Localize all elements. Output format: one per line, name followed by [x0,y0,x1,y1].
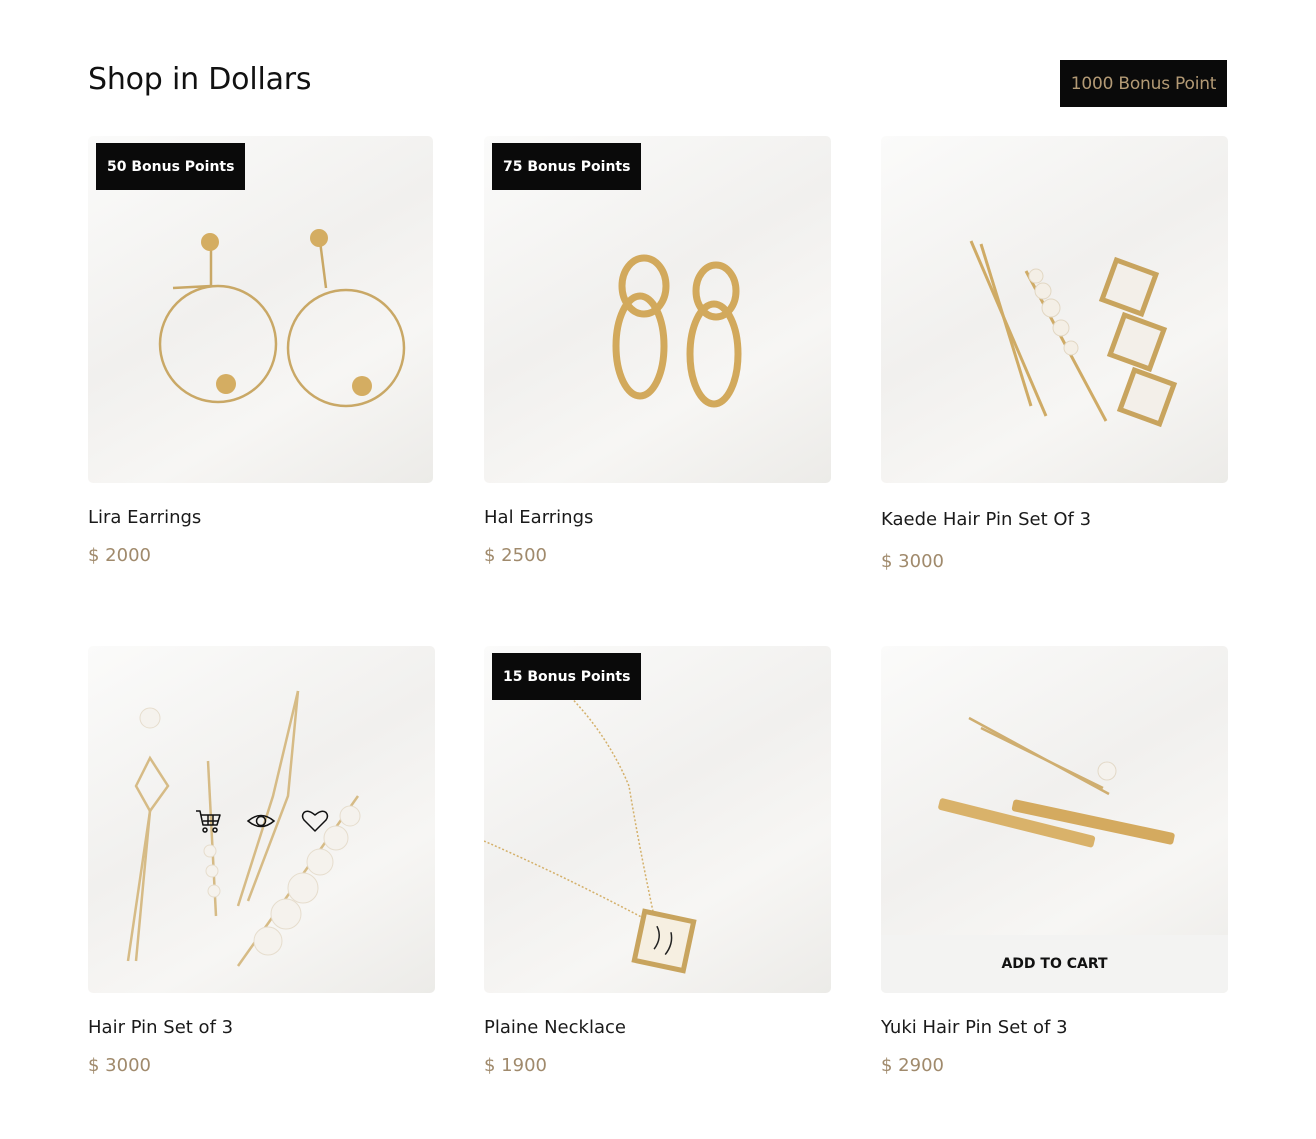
product-image[interactable] [881,136,1228,483]
kaede-hair-pins-image [969,240,1178,428]
product-card-hair-pin-set[interactable]: Hair Pin Set of 3 $ 3000 [88,646,435,1086]
product-price: $ 2900 [881,1055,944,1076]
product-image[interactable]: 15 Bonus Points [484,646,831,993]
product-price: $ 3000 [88,1055,151,1076]
product-name[interactable]: Plaine Necklace [484,1017,626,1038]
product-card-hal-earrings[interactable]: 75 Bonus Points Hal Earrings $ 2500 [484,136,831,576]
product-image[interactable]: 75 Bonus Points [484,136,831,483]
product-image[interactable]: ADD TO CART [881,646,1228,993]
product-name[interactable]: Kaede Hair Pin Set Of 3 [881,509,1091,530]
product-image[interactable]: 50 Bonus Points [88,136,433,483]
bonus-points-button[interactable]: 1000 Bonus Point [1060,60,1227,107]
product-card-yuki-hair-pin-set[interactable]: ADD TO CART Yuki Hair Pin Set of 3 $ 290… [881,646,1228,1086]
product-name[interactable]: Yuki Hair Pin Set of 3 [881,1017,1068,1038]
product-card-lira-earrings[interactable]: 50 Bonus Points Lira Earrings $ 2000 [88,136,433,576]
heart-icon[interactable] [300,806,330,836]
product-image[interactable] [88,646,435,993]
product-name[interactable]: Hal Earrings [484,507,593,528]
product-actions [88,806,435,836]
product-name[interactable]: Hair Pin Set of 3 [88,1017,233,1038]
cart-icon[interactable] [193,806,223,836]
page-title: Shop in Dollars [88,62,312,97]
product-name[interactable]: Lira Earrings [88,507,201,528]
product-price: $ 2500 [484,545,547,566]
bonus-badge: 15 Bonus Points [492,653,642,700]
bonus-badge: 75 Bonus Points [492,143,642,190]
product-card-plaine-necklace[interactable]: 15 Bonus Points Plaine Necklace $ 1900 [484,646,831,1086]
eye-icon[interactable] [246,806,276,836]
product-price: $ 1900 [484,1055,547,1076]
product-price: $ 2000 [88,545,151,566]
product-price: $ 3000 [881,551,944,572]
product-card-kaede-hair-pin-set[interactable]: Kaede Hair Pin Set Of 3 $ 3000 [881,136,1228,576]
add-to-cart-button[interactable]: ADD TO CART [881,935,1228,993]
bonus-badge: 50 Bonus Points [96,143,246,190]
